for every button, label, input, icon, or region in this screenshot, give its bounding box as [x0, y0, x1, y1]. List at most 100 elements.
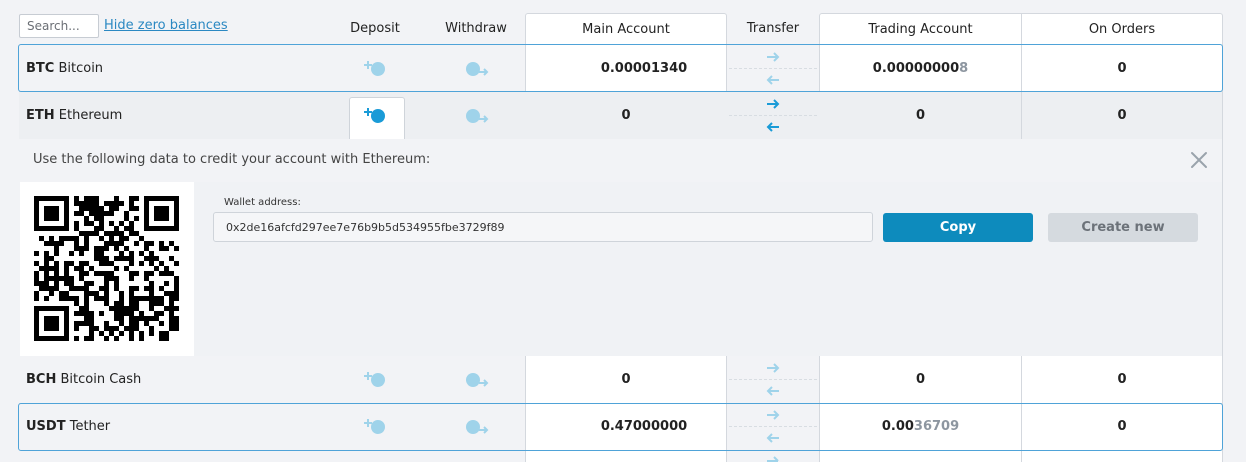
qr-module — [44, 321, 49, 326]
qr-module — [109, 206, 114, 211]
qr-module — [124, 326, 129, 331]
qr-module — [149, 316, 154, 321]
qr-module — [49, 276, 54, 281]
transfer-left-arrow-icon[interactable] — [766, 386, 780, 396]
qr-module — [174, 281, 179, 286]
qr-module — [104, 271, 109, 276]
qr-module — [119, 251, 124, 256]
trading-balance: 0.000000008 — [820, 61, 1021, 76]
qr-module — [84, 301, 89, 306]
qr-module — [99, 216, 104, 221]
qr-module — [54, 306, 59, 311]
qr-module — [114, 206, 119, 211]
deposit-icon[interactable] — [362, 417, 386, 435]
qr-module — [64, 236, 69, 241]
qr-module — [49, 241, 54, 246]
qr-module — [44, 266, 49, 271]
qr-module — [134, 241, 139, 246]
qr-module — [34, 216, 39, 221]
qr-module — [159, 241, 164, 246]
qr-module — [89, 231, 94, 236]
qr-module — [139, 311, 144, 316]
qr-module — [149, 306, 154, 311]
copy-button[interactable]: Copy — [883, 213, 1033, 242]
qr-module — [99, 246, 104, 251]
qr-module — [114, 241, 119, 246]
qr-module — [64, 331, 69, 336]
transfer-right-arrow-icon[interactable] — [766, 456, 780, 462]
transfer-right-arrow-icon[interactable] — [766, 363, 780, 373]
qr-module — [109, 221, 114, 226]
transfer-divider — [729, 426, 817, 427]
withdraw-icon[interactable] — [464, 371, 490, 389]
qr-module — [64, 226, 69, 231]
qr-module — [79, 271, 84, 276]
withdraw-icon[interactable] — [464, 60, 490, 78]
qr-module — [74, 226, 79, 231]
withdraw-icon[interactable] — [464, 418, 490, 436]
qr-module — [124, 256, 129, 261]
deposit-icon[interactable] — [362, 59, 386, 77]
qr-module — [119, 306, 124, 311]
qr-module — [149, 256, 154, 261]
transfer-right-arrow-icon[interactable] — [766, 99, 780, 109]
qr-module — [174, 226, 179, 231]
qr-module — [49, 291, 54, 296]
transfer-left-arrow-icon[interactable] — [766, 75, 780, 85]
qr-module — [84, 201, 89, 206]
qr-module — [174, 286, 179, 291]
qr-module — [54, 316, 59, 321]
qr-module — [129, 206, 134, 211]
deposit-icon[interactable] — [362, 106, 386, 124]
transfer-right-arrow-icon[interactable] — [766, 410, 780, 420]
withdraw-icon[interactable] — [464, 107, 490, 125]
wallet-address-label: Wallet address: — [224, 197, 301, 208]
coin-name: Bitcoin — [58, 61, 104, 76]
close-icon[interactable] — [1189, 150, 1209, 170]
deposit-icon[interactable] — [362, 370, 386, 388]
qr-module — [99, 271, 104, 276]
qr-module — [134, 296, 139, 301]
qr-module — [94, 256, 99, 261]
qr-module — [159, 211, 164, 216]
qr-module — [74, 321, 79, 326]
qr-module — [74, 246, 79, 251]
qr-module — [74, 311, 79, 316]
qr-module — [34, 221, 39, 226]
qr-module — [44, 251, 49, 256]
trading-balance: 0 — [820, 108, 1021, 123]
qr-module — [114, 226, 119, 231]
qr-module — [129, 196, 134, 201]
search-input[interactable] — [19, 14, 99, 38]
qr-module — [159, 331, 164, 336]
qr-module — [34, 321, 39, 326]
transfer-left-arrow-icon[interactable] — [766, 433, 780, 443]
qr-module — [139, 331, 144, 336]
create-new-button[interactable]: Create new — [1048, 213, 1198, 242]
qr-module — [149, 271, 154, 276]
hide-zero-balances-link[interactable]: Hide zero balances — [104, 18, 228, 33]
qr-module — [134, 321, 139, 326]
qr-module — [119, 221, 124, 226]
wallet-address-field[interactable] — [213, 212, 873, 242]
qr-module — [169, 321, 174, 326]
qr-module — [84, 196, 89, 201]
qr-module — [39, 236, 44, 241]
qr-module — [64, 326, 69, 331]
qr-module — [139, 261, 144, 266]
qr-module — [159, 311, 164, 316]
qr-module — [84, 231, 89, 236]
qr-module — [159, 296, 164, 301]
qr-module — [129, 336, 134, 341]
qr-module — [84, 286, 89, 291]
qr-module — [104, 211, 109, 216]
qr-module — [144, 256, 149, 261]
qr-module — [129, 321, 134, 326]
qr-module — [54, 241, 59, 246]
qr-module — [49, 211, 54, 216]
transfer-left-arrow-icon[interactable] — [766, 122, 780, 132]
qr-module — [129, 301, 134, 306]
transfer-right-arrow-icon[interactable] — [766, 52, 780, 62]
qr-module — [34, 196, 39, 201]
qr-module — [74, 221, 79, 226]
